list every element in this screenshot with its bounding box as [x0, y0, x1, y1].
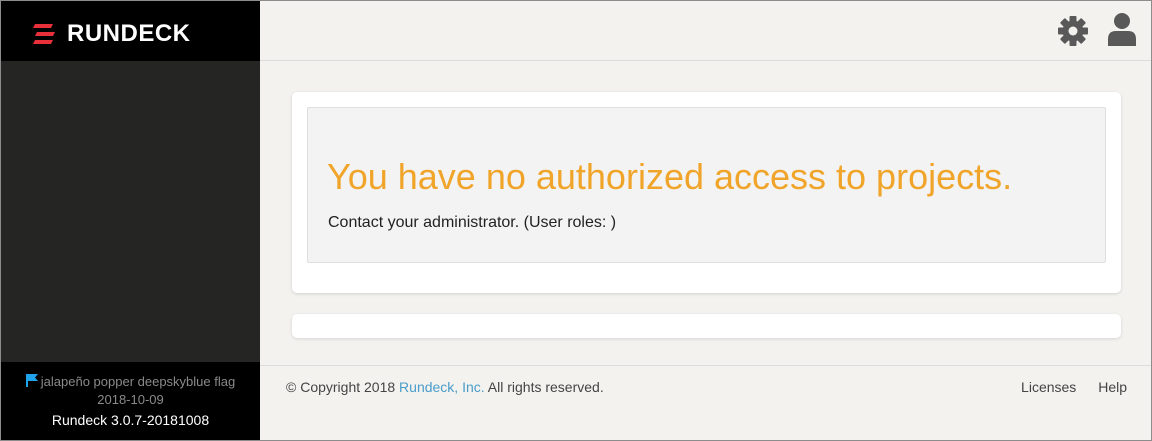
sidebar-footer: jalapeño popper deepskyblue flag 2018-10…: [1, 362, 260, 440]
brand-header[interactable]: RUNDECK: [1, 1, 260, 61]
empty-card: [292, 314, 1121, 338]
footer-links: Licenses Help: [1003, 378, 1127, 396]
copyright: © Copyright 2018 Rundeck, Inc. All right…: [286, 378, 604, 396]
release-date: 2018-10-09: [97, 392, 164, 407]
company-link[interactable]: Rundeck, Inc.: [399, 379, 485, 395]
release-info: jalapeño popper deepskyblue flag: [1, 374, 260, 390]
brand-name: RUNDECK: [67, 20, 191, 47]
app-window: RUNDECK jalapeño popper deepskyblue flag…: [0, 0, 1152, 441]
sidebar: RUNDECK jalapeño popper deepskyblue flag…: [1, 1, 260, 440]
access-alert: You have no authorized access to project…: [307, 107, 1106, 263]
alert-message: Contact your administrator. (User roles:…: [328, 214, 617, 231]
gear-icon[interactable]: [1057, 15, 1089, 47]
copyright-prefix: © Copyright 2018: [286, 379, 400, 395]
help-link[interactable]: Help: [1098, 379, 1127, 395]
rundeck-logo-icon: [33, 24, 55, 44]
version-label: Rundeck 3.0.7-20181008: [51, 412, 210, 428]
content-card: You have no authorized access to project…: [292, 92, 1121, 293]
alert-title: You have no authorized access to project…: [327, 156, 1013, 197]
page-footer: © Copyright 2018 Rundeck, Inc. All right…: [260, 365, 1151, 440]
release-name: jalapeño popper deepskyblue flag: [40, 374, 236, 389]
user-icon[interactable]: [1107, 12, 1137, 46]
topbar: [260, 1, 1151, 61]
flag-icon: [25, 374, 38, 387]
licenses-link[interactable]: Licenses: [1021, 379, 1076, 395]
copyright-suffix: All rights reserved.: [484, 379, 604, 395]
